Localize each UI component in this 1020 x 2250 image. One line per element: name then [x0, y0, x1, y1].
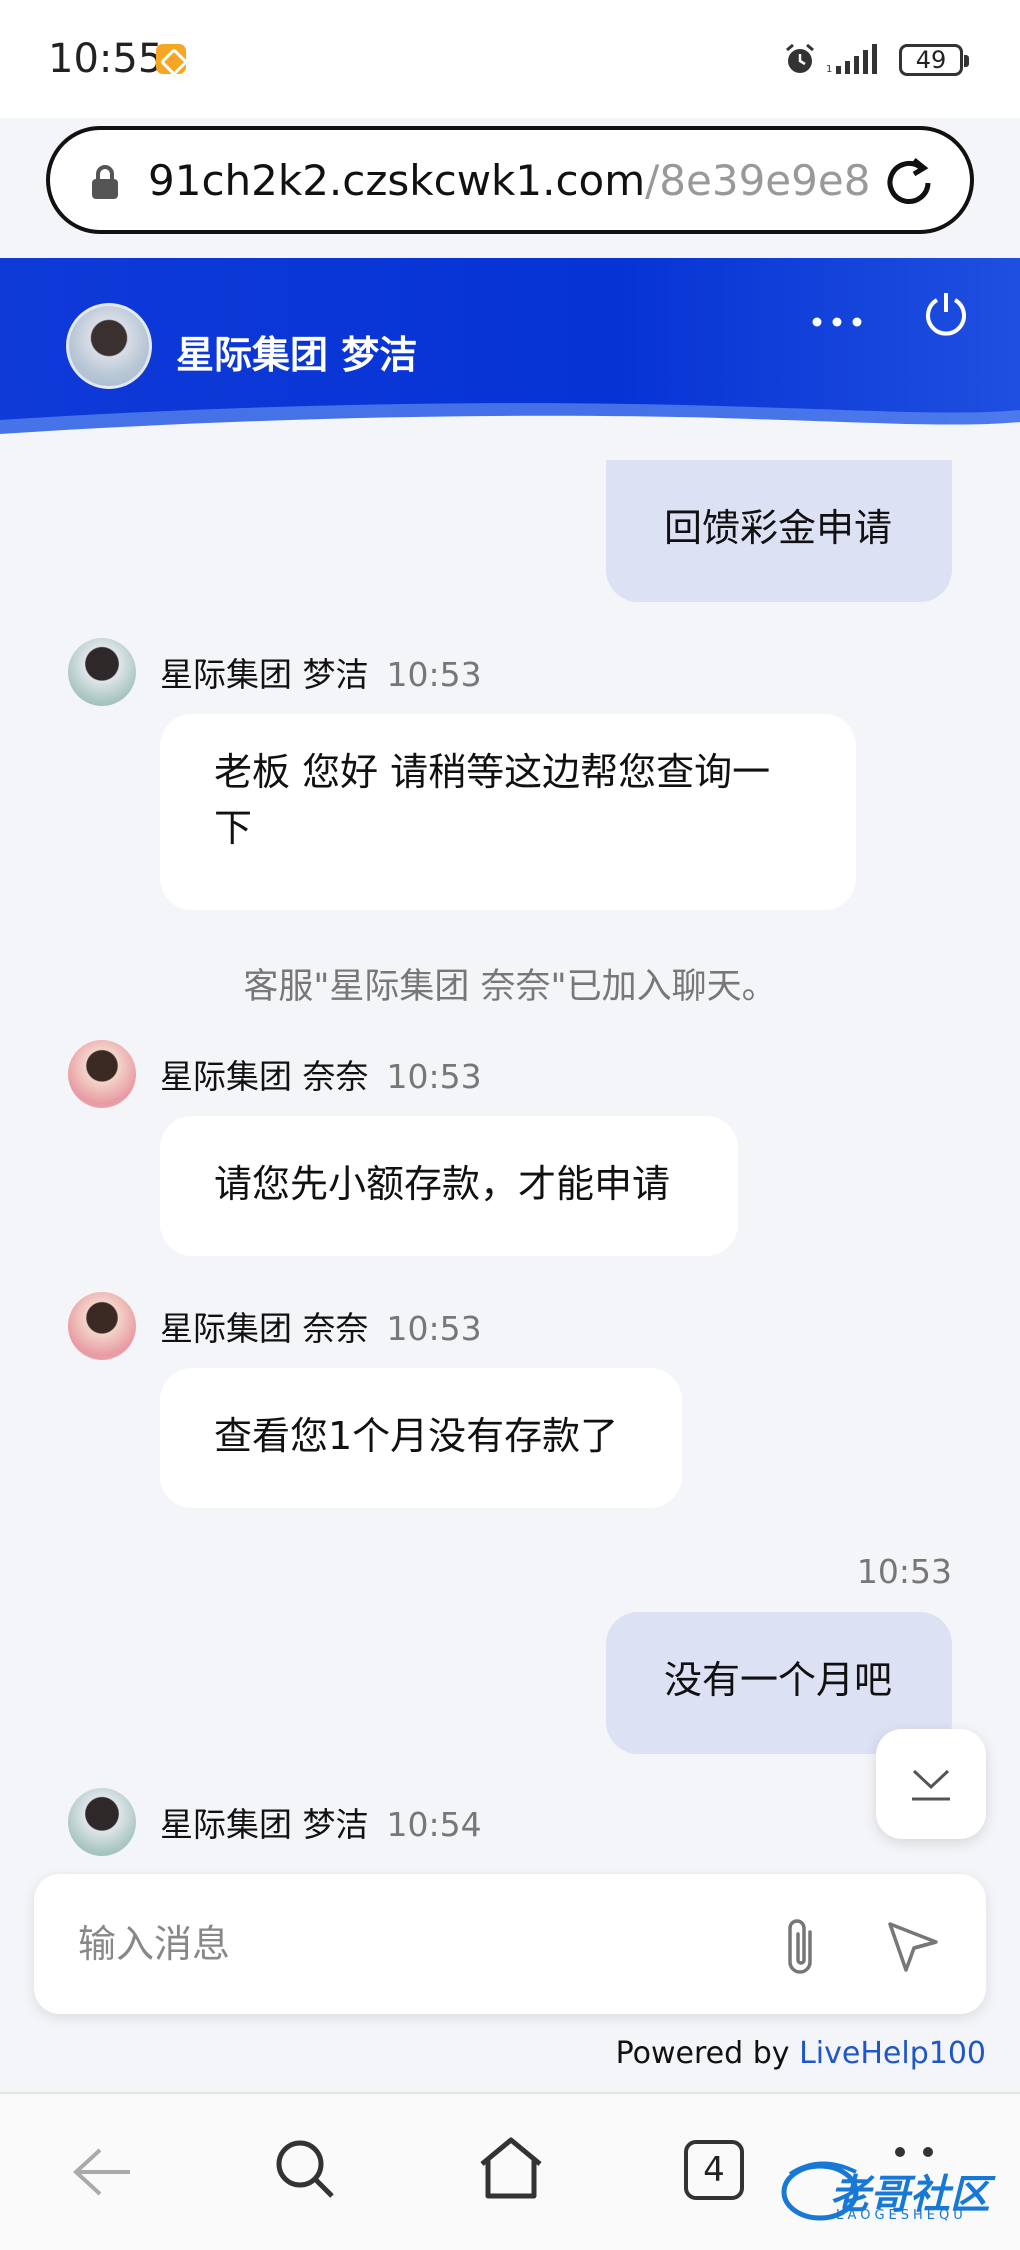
send-icon[interactable]: [886, 1920, 940, 1974]
message-time: 10:53: [386, 1309, 482, 1348]
agent-avatar: [66, 303, 152, 389]
tabs-button[interactable]: 4: [684, 2140, 744, 2200]
message-list[interactable]: 回馈彩金申请 星际集团 梦洁 10:53 老板 您好 请稍等这边帮您查询一 下 客…: [0, 458, 1020, 1858]
url-text[interactable]: 91ch2k2.czskcwk1.com/8e39e9e8: [148, 156, 888, 205]
lock-icon[interactable]: [90, 164, 120, 200]
message-text: 回馈彩金申请: [664, 506, 893, 550]
chevron-down-icon: [912, 1769, 950, 1801]
message-text: 没有一个月吧: [664, 1658, 893, 1702]
outgoing-message: 回馈彩金申请: [606, 460, 952, 602]
sender-name: 星际集团 奈奈: [160, 1057, 369, 1096]
powered-prefix: Powered by: [615, 2036, 790, 2071]
message-meta: 星际集团 梦洁 10:53: [160, 648, 482, 696]
app-notification-icon: [156, 44, 186, 74]
more-options-icon[interactable]: [808, 310, 866, 334]
watermark-subtext: LAOGESHEQU: [836, 2208, 967, 2223]
avatar: [68, 1788, 136, 1856]
url-host: 91ch2k2.czskcwk1.com: [148, 156, 646, 205]
incoming-message: 请您先小额存款，才能申请: [160, 1116, 738, 1256]
message-meta: 星际集团 奈奈 10:53: [160, 1050, 482, 1098]
sender-name: 星际集团 梦洁: [160, 655, 369, 694]
url-path: /8e39e9e8: [645, 156, 871, 205]
powered-by: Powered by LiveHelp100: [616, 2036, 986, 2071]
message-time: 10:53: [856, 1552, 952, 1591]
message-composer: [34, 1874, 986, 2014]
chat-title: 星际集团 梦洁: [176, 333, 418, 377]
reload-icon[interactable]: [880, 154, 938, 212]
message-text: 请您先小额存款，才能申请: [214, 1162, 671, 1206]
signal-icon: 1: [826, 44, 877, 75]
avatar: [68, 638, 136, 706]
message-meta: 星际集团 奈奈 10:53: [160, 1302, 482, 1350]
message-time: 10:53: [386, 1057, 482, 1096]
message-time: 10:54: [386, 1805, 482, 1844]
address-bar[interactable]: 91ch2k2.czskcwk1.com/8e39e9e8: [46, 126, 974, 234]
chat-header: 星际集团 梦洁: [0, 258, 1020, 458]
battery-indicator: 49: [899, 44, 969, 76]
status-time: 10:55: [48, 36, 164, 82]
incoming-message: 老板 您好 请稍等这边帮您查询一 下: [160, 714, 856, 910]
avatar: [68, 1292, 136, 1360]
message-meta: 星际集团 梦洁 10:54: [160, 1798, 482, 1846]
status-bar: 10:55 1 49: [0, 0, 1020, 118]
message-time: 10:53: [386, 655, 482, 694]
powered-brand-link[interactable]: LiveHelp100: [799, 2036, 986, 2071]
power-icon[interactable]: [922, 290, 970, 338]
message-text-line: 下: [214, 806, 253, 850]
back-icon[interactable]: [70, 2144, 132, 2200]
system-notice: 客服"星际集团 奈奈"已加入聊天。: [243, 967, 777, 1007]
avatar: [68, 1040, 136, 1108]
alarm-icon: [786, 43, 814, 73]
message-text: 查看您1个月没有存款了: [214, 1414, 619, 1458]
scroll-to-bottom-button[interactable]: [876, 1729, 986, 1839]
message-text-line: 老板 您好 请稍等这边帮您查询一: [214, 750, 771, 794]
svg-text:1: 1: [826, 64, 832, 75]
home-icon[interactable]: [476, 2134, 546, 2200]
sender-name: 星际集团 奈奈: [160, 1309, 369, 1348]
header-wave: [0, 403, 1020, 458]
sender-name: 星际集团 梦洁: [160, 1805, 369, 1844]
message-input[interactable]: [78, 1914, 778, 1974]
incoming-message: 查看您1个月没有存款了: [160, 1368, 682, 1508]
search-icon[interactable]: [274, 2138, 336, 2200]
attachment-icon[interactable]: [780, 1916, 826, 1978]
